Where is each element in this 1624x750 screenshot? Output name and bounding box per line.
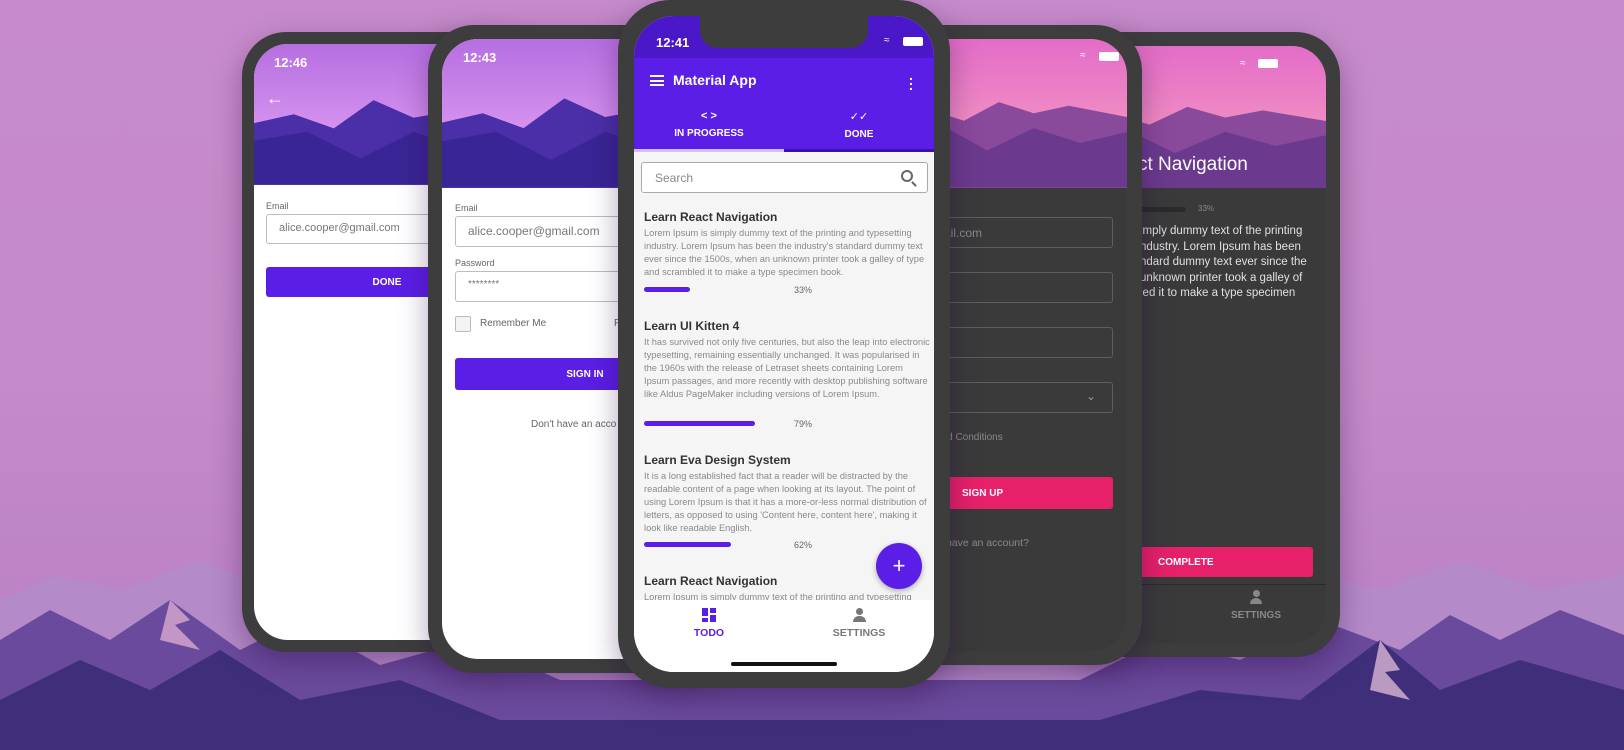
search-placeholder: Search <box>655 171 694 185</box>
progress-fill <box>644 421 755 426</box>
battery-icon <box>903 37 923 46</box>
tab-in-progress[interactable]: < > IN PROGRESS <box>634 110 784 152</box>
password-label: Password <box>455 258 495 268</box>
status-time: 12:43 <box>463 50 497 65</box>
remember-me-checkbox[interactable] <box>455 316 471 332</box>
add-fab[interactable]: + <box>876 543 922 589</box>
card-list: Learn React Navigation Lorem Ipsum is si… <box>634 202 934 600</box>
wifi-icon: ≈ <box>1240 58 1246 69</box>
detail-progress-track <box>1140 207 1186 212</box>
tab-bar-bottom <box>784 149 934 152</box>
detail-title: ct Navigation <box>1138 154 1248 175</box>
nav-settings[interactable]: SETTINGS <box>784 608 934 639</box>
arrow-left-icon[interactable]: ← <box>266 88 284 109</box>
progress-label: 62% <box>794 540 813 550</box>
progress-fill <box>644 542 731 547</box>
body-line: ndustry. Lorem Ipsum has been <box>1140 240 1301 253</box>
chevron-down-icon: ⌄ <box>1085 389 1096 403</box>
body-line: imply dummy text of the printing <box>1140 225 1303 237</box>
menu-icon[interactable] <box>650 75 664 86</box>
battery-icon <box>1099 52 1119 61</box>
progress-bar <box>644 287 784 292</box>
code-icon: < > <box>701 110 717 122</box>
card-body: Lorem Ipsum is simply dummy text of the … <box>644 228 925 277</box>
tab-label: DONE <box>844 129 874 140</box>
body-line: ndard dummy text ever since the <box>1140 256 1307 268</box>
nav-label: SETTINGS <box>832 627 886 639</box>
more-vert-icon[interactable]: ... <box>909 68 913 92</box>
detail-progress-label: 33% <box>1198 204 1215 213</box>
card-title: Learn React Navigation <box>644 210 778 224</box>
bottom-nav: TODO SETTINGS <box>634 600 934 672</box>
progress-label: 79% <box>794 419 813 429</box>
done-all-icon: ✓✓ <box>849 111 869 123</box>
tab-indicator <box>634 149 784 152</box>
search-icon[interactable] <box>901 170 913 182</box>
remember-me-label: Remember Me <box>480 318 547 329</box>
app-bar: Material App ... < > IN PROGRESS ✓✓ DONE <box>634 58 934 152</box>
wifi-icon: ≈ <box>884 35 890 46</box>
card-body: It has survived not only five centuries,… <box>644 337 930 399</box>
plus-icon: + <box>892 553 906 578</box>
wifi-icon: ≈ <box>1080 50 1086 61</box>
person-icon <box>852 608 866 622</box>
tab-label: IN PROGRESS <box>674 128 744 139</box>
progress-bar <box>644 542 784 547</box>
card-body: Lorem Ipsum is simply dummy text of the … <box>644 592 912 600</box>
card-body: It is a long established fact that a rea… <box>644 471 927 533</box>
status-time: 12:46 <box>274 55 308 70</box>
notch <box>700 16 868 48</box>
dashboard-icon <box>702 608 716 622</box>
home-indicator <box>731 662 837 666</box>
battery-icon <box>1258 59 1278 68</box>
phone-main-screen: 12:41 ≈ Material App ... < > IN PROGRESS… <box>618 0 950 688</box>
nav-label: TODO <box>693 627 725 639</box>
progress-fill <box>1140 207 1156 212</box>
email-label: Email <box>266 201 289 211</box>
progress-fill <box>644 287 691 292</box>
person-icon[interactable] <box>1250 590 1262 604</box>
detail-body: imply dummy text of the printing ndustry… <box>1140 224 1307 302</box>
progress-bar <box>644 421 784 426</box>
progress-label: 33% <box>794 285 813 295</box>
card-title: Learn UI Kitten 4 <box>644 319 740 333</box>
status-time: 12:41 <box>656 35 690 50</box>
body-line: led it to make a type specimen <box>1140 287 1296 299</box>
complete-button[interactable]: COMPLETE <box>1130 547 1313 577</box>
tab-done[interactable]: ✓✓ DONE <box>784 110 934 152</box>
card-title: Learn React Navigation <box>644 574 778 588</box>
search-input[interactable]: Search <box>641 162 928 193</box>
signup-prompt[interactable]: Don't have an acco <box>531 419 616 430</box>
nav-settings[interactable]: SETTINGS <box>1231 610 1281 621</box>
search-icon-handle <box>911 181 917 187</box>
body-line: unknown printer took a galley of <box>1140 271 1303 284</box>
email-label: Email <box>455 203 478 213</box>
app-title: Material App <box>673 72 757 88</box>
card-title: Learn Eva Design System <box>644 453 791 467</box>
nav-todo[interactable]: TODO <box>634 608 784 639</box>
